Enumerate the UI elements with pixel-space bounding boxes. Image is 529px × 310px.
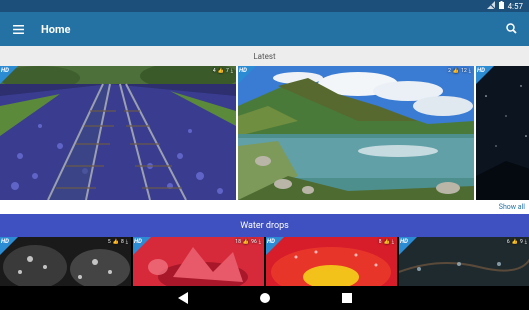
thumbnail-stats: 5 👍 8 ⤓ — [108, 239, 128, 245]
page-title: Home — [41, 22, 71, 36]
status-bar: 4:57 — [0, 0, 529, 12]
wallpaper-thumbnail-drops-dark[interactable]: HD 5 👍 8 ⤓ — [0, 237, 131, 286]
hd-label: HD — [477, 67, 485, 74]
download-count: 12 — [461, 68, 467, 74]
thumbnail-stats: 4 👍 7 ⤓ — [213, 68, 233, 74]
app-bar: Home — [0, 12, 529, 46]
download-icon: ⤓ — [391, 239, 394, 245]
rating-count: 8 — [378, 239, 382, 245]
show-all-row: Show all — [0, 200, 529, 214]
thumbs-up-icon: 👍 — [511, 239, 518, 245]
category-title: Water drops — [240, 220, 289, 231]
hd-label: HD — [267, 238, 275, 245]
search-button[interactable] — [503, 20, 521, 38]
hamburger-menu-icon — [12, 24, 24, 34]
hd-label: HD — [1, 67, 9, 74]
thumbnail-stats: 6 👍 9 ⤓ — [507, 239, 527, 245]
show-all-link[interactable]: Show all — [499, 203, 525, 211]
thumbs-up-icon: 👍 — [112, 239, 119, 245]
thumbs-up-icon: 👍 — [242, 239, 250, 245]
thumbs-up-icon: 👍 — [383, 239, 390, 245]
thumbs-up-icon: 👍 — [217, 68, 224, 74]
thumbnail-stats: 2 👍 12 ⤓ — [448, 68, 471, 74]
download-count: 8 — [120, 239, 124, 245]
railway-image — [0, 66, 236, 200]
download-count: 96 — [251, 239, 257, 245]
category-header[interactable]: Water drops — [0, 214, 529, 237]
search-icon — [506, 23, 517, 34]
download-icon: ⤓ — [125, 239, 128, 245]
wallpaper-thumbnail-night[interactable]: HD — [476, 66, 529, 200]
download-icon: ⤓ — [524, 239, 527, 245]
battery-icon — [498, 1, 504, 11]
night-image — [476, 66, 529, 200]
wallpaper-thumbnail-drops-twig[interactable]: HD 6 👍 9 ⤓ — [399, 237, 529, 286]
status-time: 4:57 — [507, 1, 523, 11]
download-icon: ⤓ — [258, 239, 261, 245]
hd-label: HD — [400, 238, 408, 245]
recents-icon — [341, 293, 352, 303]
hd-label: HD — [134, 238, 142, 245]
wallpaper-thumbnail-railway[interactable]: HD 4 👍 7 ⤓ — [0, 66, 236, 200]
thumbnail-stats: 8 👍 ⤓ — [379, 239, 394, 245]
system-nav-bar — [0, 286, 529, 310]
download-icon: ⤓ — [230, 68, 233, 74]
back-button[interactable] — [176, 291, 190, 305]
download-count: 7 — [225, 68, 229, 74]
wallpaper-thumbnail-drops-red[interactable]: HD 18 👍 96 ⤓ — [133, 237, 264, 286]
back-icon — [177, 292, 188, 304]
signal-off-icon — [486, 0, 495, 11]
home-icon — [259, 293, 270, 303]
rating-count: 2 — [448, 68, 451, 74]
thumbs-up-icon: 👍 — [452, 68, 460, 74]
hd-label: HD — [1, 238, 9, 245]
rating-count: 5 — [107, 239, 111, 245]
rating-count: 4 — [212, 68, 216, 74]
latest-section-header: Latest — [0, 46, 529, 66]
latest-header-label: Latest — [253, 51, 276, 61]
latest-carousel[interactable]: HD 4 👍 7 ⤓ HD 2 👍 12 ⤓ HD — [0, 66, 529, 200]
rating-count: 6 — [506, 239, 510, 245]
drops-flower-image — [266, 237, 397, 286]
hd-label: HD — [239, 67, 247, 74]
rating-count: 18 — [235, 239, 241, 245]
home-button[interactable] — [258, 291, 272, 305]
download-icon: ⤓ — [468, 68, 471, 74]
recents-button[interactable] — [340, 291, 354, 305]
mountain-lake-image — [238, 66, 474, 200]
wallpaper-thumbnail-drops-flower[interactable]: HD 8 👍 ⤓ — [266, 237, 397, 286]
thumbnail-stats: 18 👍 96 ⤓ — [235, 239, 261, 245]
category-carousel[interactable]: HD 5 👍 8 ⤓ HD 18 👍 96 ⤓ HD 8 👍 ⤓ HD 6 👍 … — [0, 237, 529, 286]
wallpaper-thumbnail-mountain-lake[interactable]: HD 2 👍 12 ⤓ — [238, 66, 474, 200]
download-count: 9 — [519, 239, 523, 245]
menu-button[interactable] — [0, 12, 36, 46]
